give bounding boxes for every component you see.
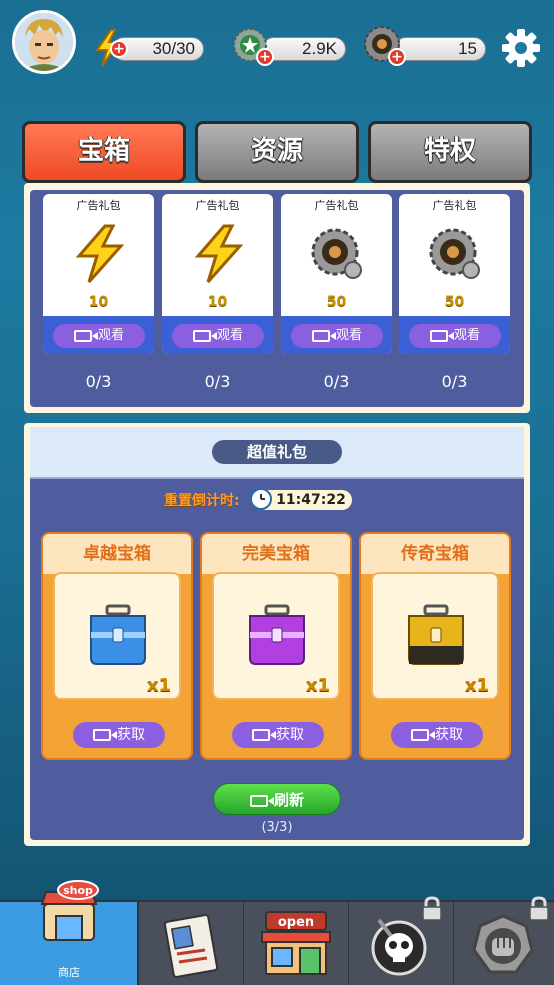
nav-store[interactable]: open bbox=[244, 902, 348, 985]
ad-pack-progress: 0/3 bbox=[204, 372, 231, 391]
tab-privileges[interactable]: 特权 bbox=[368, 121, 532, 183]
ad-pack-amount: 10 bbox=[207, 294, 228, 310]
clock-hands-icon bbox=[260, 494, 265, 500]
avatar-face-icon bbox=[15, 13, 73, 71]
open-store-icon: open bbox=[261, 911, 331, 975]
nav-shop-label: 商店 bbox=[58, 966, 80, 979]
tab-resources-label: 资源 bbox=[250, 136, 303, 166]
ad-pack-amount: 50 bbox=[444, 294, 465, 310]
gear-token-icon bbox=[429, 228, 480, 279]
nav-skull-locked[interactable] bbox=[349, 896, 453, 985]
watch-label: 观看 bbox=[216, 328, 243, 343]
purple-chest-icon bbox=[249, 604, 305, 665]
chest-name: 传奇宝箱 bbox=[361, 534, 509, 574]
get-chest-button[interactable]: 获取 bbox=[232, 722, 324, 748]
ad-pack-title: 广告礼包 bbox=[195, 199, 240, 212]
video-camera-icon bbox=[429, 329, 454, 342]
ad-pack-title: 广告礼包 bbox=[432, 199, 477, 212]
video-camera-icon bbox=[73, 329, 98, 342]
chest-name: 完美宝箱 bbox=[202, 534, 350, 574]
chest-image-well: x1 bbox=[53, 572, 181, 700]
add-energy-button[interactable]: + bbox=[110, 40, 128, 58]
tab-resources[interactable]: 资源 bbox=[195, 121, 359, 183]
coin-counter: 2.9K bbox=[262, 37, 346, 61]
ad-pack-title: 广告礼包 bbox=[76, 199, 121, 212]
video-camera-icon bbox=[311, 329, 336, 342]
chest-quantity: x1 bbox=[464, 675, 489, 696]
get-label: 获取 bbox=[117, 727, 145, 743]
shop-sign-text: shop bbox=[63, 884, 93, 897]
settings-gear-icon[interactable] bbox=[500, 27, 542, 69]
chest-image-well: x1 bbox=[371, 572, 499, 700]
reset-timer-label: 重置倒计时: bbox=[164, 493, 240, 509]
add-gears-button[interactable]: + bbox=[388, 48, 406, 66]
watch-ad-button[interactable]: 观看 bbox=[291, 324, 383, 348]
get-label: 获取 bbox=[276, 727, 304, 743]
watch-label: 观看 bbox=[453, 328, 480, 343]
shop-icon: shop bbox=[40, 880, 99, 941]
get-chest-button[interactable]: 获取 bbox=[391, 722, 483, 748]
blue-chest-icon bbox=[90, 604, 146, 665]
chest-offer-card: 卓越宝箱 x1 获取 bbox=[41, 532, 193, 760]
video-camera-icon bbox=[192, 329, 217, 342]
lock-icon bbox=[422, 896, 442, 921]
get-label: 获取 bbox=[435, 727, 463, 743]
tab-privileges-label: 特权 bbox=[423, 136, 476, 166]
coin-value: 2.9K bbox=[302, 39, 337, 58]
clock-icon bbox=[250, 488, 272, 510]
store-sign-text: open bbox=[278, 915, 314, 930]
video-camera-icon bbox=[252, 729, 276, 741]
ad-pack-progress: 0/3 bbox=[323, 372, 350, 391]
gold-chest-icon bbox=[408, 604, 464, 665]
watch-label: 观看 bbox=[335, 328, 362, 343]
watch-ad-button[interactable]: 观看 bbox=[409, 324, 501, 348]
gear-token-icon bbox=[311, 228, 362, 279]
refresh-button[interactable]: 刷新 bbox=[213, 783, 341, 815]
tab-chests-label: 宝箱 bbox=[77, 136, 130, 166]
ad-pack-card: 广告礼包 10 观看 bbox=[43, 194, 154, 354]
ad-pack-card: 广告礼包 50 观看 bbox=[281, 194, 392, 354]
id-card-document-icon bbox=[163, 914, 219, 978]
refresh-label: 刷新 bbox=[273, 791, 304, 809]
ad-pack-progress: 0/3 bbox=[85, 372, 112, 391]
video-camera-icon bbox=[93, 729, 117, 741]
ad-pack-amount: 10 bbox=[88, 294, 109, 310]
value-pack-title: 超值礼包 bbox=[212, 440, 342, 464]
video-camera-icon bbox=[411, 729, 435, 741]
get-chest-button[interactable]: 获取 bbox=[73, 722, 165, 748]
ad-pack-progress: 0/3 bbox=[441, 372, 468, 391]
gear-value: 15 bbox=[458, 39, 477, 58]
chest-offer-card: 传奇宝箱 x1 获取 bbox=[359, 532, 511, 760]
ad-pack-title: 广告礼包 bbox=[314, 199, 359, 212]
lightning-icon bbox=[75, 224, 125, 283]
chest-quantity: x1 bbox=[146, 675, 171, 696]
tab-chests[interactable]: 宝箱 bbox=[22, 121, 186, 183]
watch-ad-button[interactable]: 观看 bbox=[53, 324, 145, 348]
refresh-count: (3/3) bbox=[261, 820, 293, 835]
watch-ad-button[interactable]: 观看 bbox=[172, 324, 264, 348]
ad-pack-amount: 50 bbox=[326, 294, 347, 310]
watch-label: 观看 bbox=[97, 328, 124, 343]
reset-timer-value: 11:47:22 bbox=[276, 492, 346, 508]
chest-offer-card: 完美宝箱 x1 获取 bbox=[200, 532, 352, 760]
fist-badge-icon bbox=[472, 914, 534, 974]
chest-quantity: x1 bbox=[305, 675, 330, 696]
ad-pack-card: 广告礼包 50 观看 bbox=[399, 194, 510, 354]
chest-image-well: x1 bbox=[212, 572, 340, 700]
lightning-icon bbox=[194, 224, 244, 283]
lock-icon bbox=[529, 896, 549, 921]
add-coins-button[interactable]: + bbox=[256, 48, 274, 66]
nav-fist-locked[interactable] bbox=[454, 896, 554, 985]
chest-name: 卓越宝箱 bbox=[43, 534, 191, 574]
energy-value: 30/30 bbox=[152, 39, 195, 58]
ad-pack-card: 广告礼包 10 观看 bbox=[162, 194, 273, 354]
nav-contracts[interactable] bbox=[139, 902, 243, 985]
player-avatar[interactable] bbox=[12, 10, 76, 74]
video-camera-icon bbox=[249, 794, 274, 807]
gear-counter: 15 bbox=[394, 37, 486, 61]
